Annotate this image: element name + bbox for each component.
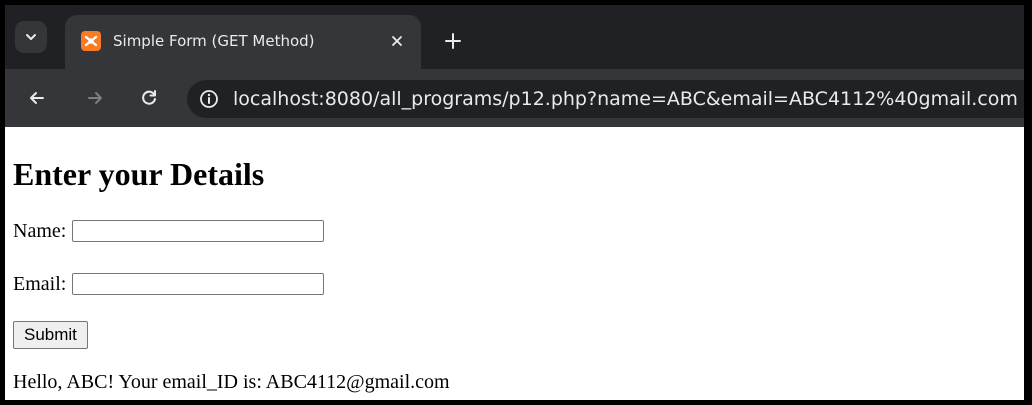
tab-strip: Simple Form (GET Method) — [5, 5, 1024, 69]
back-arrow-icon — [30, 92, 44, 104]
info-icon[interactable] — [199, 89, 219, 109]
toolbar: localhost:8080/all_programs/p12.php?name… — [5, 69, 1024, 127]
result-message: Hello, ABC! Your email_ID is: ABC4112@gm… — [13, 371, 450, 393]
new-tab-button[interactable] — [441, 29, 465, 53]
email-input[interactable] — [72, 273, 325, 295]
email-label: Email: — [13, 273, 67, 295]
name-row: Name: — [13, 219, 325, 243]
name-label: Name: — [13, 220, 67, 242]
tab-title: Simple Form (GET Method) — [113, 32, 315, 50]
browser-window: Simple Form (GET Method) localhost:8080/… — [0, 0, 1032, 405]
reload-button[interactable] — [137, 86, 161, 110]
forward-button[interactable] — [83, 86, 107, 110]
url-text[interactable]: localhost:8080/all_programs/p12.php?name… — [233, 86, 1018, 112]
tab-close-button[interactable] — [387, 31, 407, 51]
back-button[interactable] — [25, 86, 49, 110]
reload-icon — [142, 90, 156, 105]
active-tab[interactable]: Simple Form (GET Method) — [65, 15, 421, 69]
name-input[interactable] — [72, 220, 325, 242]
page-title: Enter your Details — [13, 156, 265, 192]
email-row: Email: — [13, 272, 325, 296]
xampp-icon — [81, 31, 101, 51]
forward-arrow-icon — [88, 92, 102, 104]
plus-icon — [445, 33, 461, 49]
page-content: Enter your Details Name: Email: Submit H… — [5, 127, 1024, 400]
tab-search-button[interactable] — [15, 21, 47, 53]
submit-button[interactable]: Submit — [13, 321, 88, 349]
address-bar[interactable]: localhost:8080/all_programs/p12.php?name… — [187, 80, 1024, 118]
close-icon — [392, 36, 402, 46]
chevron-down-icon — [26, 34, 36, 40]
